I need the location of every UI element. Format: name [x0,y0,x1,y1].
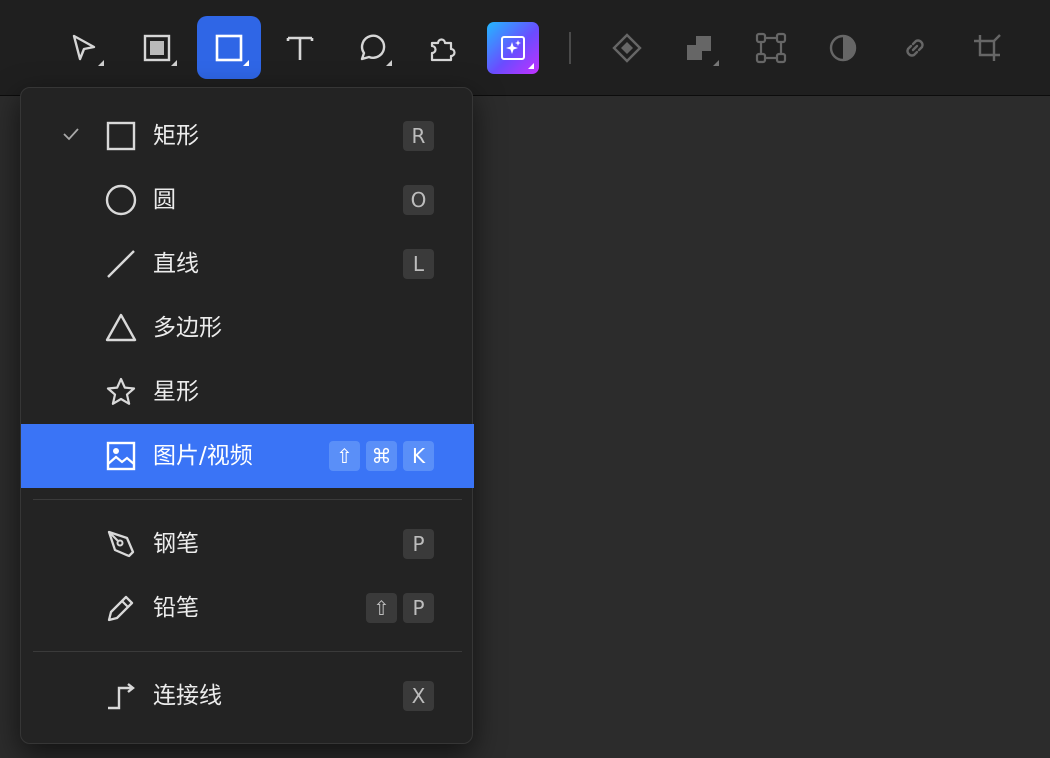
shortcut-keys: ⇧ P [366,593,434,623]
image-icon [106,441,136,471]
ai-tool-button[interactable] [487,22,539,74]
vector-edit-tool-button[interactable] [739,16,803,79]
menu-item-label: 矩形 [153,123,199,149]
menu-item-label: 连接线 [153,683,222,709]
puzzle-icon [430,37,456,61]
shortcut-key: K [403,441,434,471]
shortcut-keys: X [403,681,434,711]
square-icon [215,34,243,61]
pen-icon [107,530,135,558]
menu-item-label: 多边形 [153,315,222,341]
frame-icon [143,34,171,61]
connector-icon [108,683,135,710]
crop-icon [974,33,1001,61]
text-tool-button[interactable] [268,16,332,79]
crop-tool-button[interactable] [955,16,1019,79]
menu-item-image-video[interactable]: 图片/视频 ⇧ ⌘ K [21,424,474,488]
half-circle-icon [829,34,857,61]
menu-item-pen[interactable]: 钢笔 P [21,512,474,576]
menu-item-label: 钢笔 [153,531,199,557]
shortcut-key: ⌘ [366,441,397,471]
menu-divider [33,499,462,500]
link-tool-button[interactable] [883,16,947,79]
toolbar-divider [569,32,571,64]
line-icon [107,250,135,278]
chevron-down-icon [98,60,104,66]
top-toolbar [0,0,1050,96]
chevron-down-icon [386,60,392,66]
boolean-union-icon [687,35,711,60]
shortcut-keys: R [403,121,434,151]
rectangle-icon [106,121,136,151]
cursor-arrow-icon [72,34,96,60]
circle-icon [105,184,137,216]
menu-item-label: 铅笔 [153,595,199,621]
chevron-down-icon [528,63,534,69]
diamond-icon [612,32,642,63]
menu-item-connector[interactable]: 连接线 X [21,664,474,728]
menu-item-rectangle[interactable]: 矩形 R [21,104,474,168]
link-icon [906,38,924,57]
star-icon [106,377,136,405]
chevron-down-icon [243,60,249,66]
menu-item-line[interactable]: 直线 L [21,232,474,296]
checkmark-icon [63,128,79,141]
text-icon [286,36,314,60]
plugin-tool-button[interactable] [411,16,475,79]
menu-item-star[interactable]: 星形 [21,360,474,424]
frame-tool-button[interactable] [125,16,189,79]
component-tool-button[interactable] [595,16,659,79]
menu-divider [33,651,462,652]
menu-item-circle[interactable]: 圆 O [21,168,474,232]
mask-tool-button[interactable] [811,16,875,79]
shortcut-keys: ⇧ ⌘ K [329,441,434,471]
shortcut-key: P [403,593,434,623]
boolean-tool-button[interactable] [667,16,731,79]
shortcut-key: R [403,121,434,151]
select-tool-button[interactable] [52,16,116,79]
shortcut-key: L [403,249,434,279]
menu-item-label: 图片/视频 [153,443,253,469]
shortcut-key: ⇧ [329,441,360,471]
bounding-box-icon [755,32,787,63]
menu-item-polygon[interactable]: 多边形 [21,296,474,360]
shortcut-key: ⇧ [366,593,397,623]
comment-tool-button[interactable] [340,16,404,79]
rectangle-tool-button[interactable] [197,16,261,79]
shortcut-key: O [403,185,434,215]
shortcut-key: X [403,681,434,711]
shortcut-keys: L [403,249,434,279]
pencil-icon [107,595,134,622]
menu-item-label: 星形 [153,379,199,405]
chevron-down-icon [713,60,719,66]
shortcut-keys: P [403,529,434,559]
menu-item-label: 直线 [153,251,199,277]
shape-tools-menu: 矩形 R 圆 O 直线 L 多边形 星形 图片/视频 ⇧ ⌘ K 钢笔 P 铅笔… [20,87,474,744]
menu-item-pencil[interactable]: 铅笔 ⇧ P [21,576,474,640]
shortcut-key: P [403,529,434,559]
speech-bubble-icon [360,34,386,60]
triangle-icon [105,313,137,342]
menu-item-label: 圆 [153,187,176,213]
shortcut-keys: O [403,185,434,215]
magic-sparkle-icon [501,36,525,60]
chevron-down-icon [171,60,177,66]
